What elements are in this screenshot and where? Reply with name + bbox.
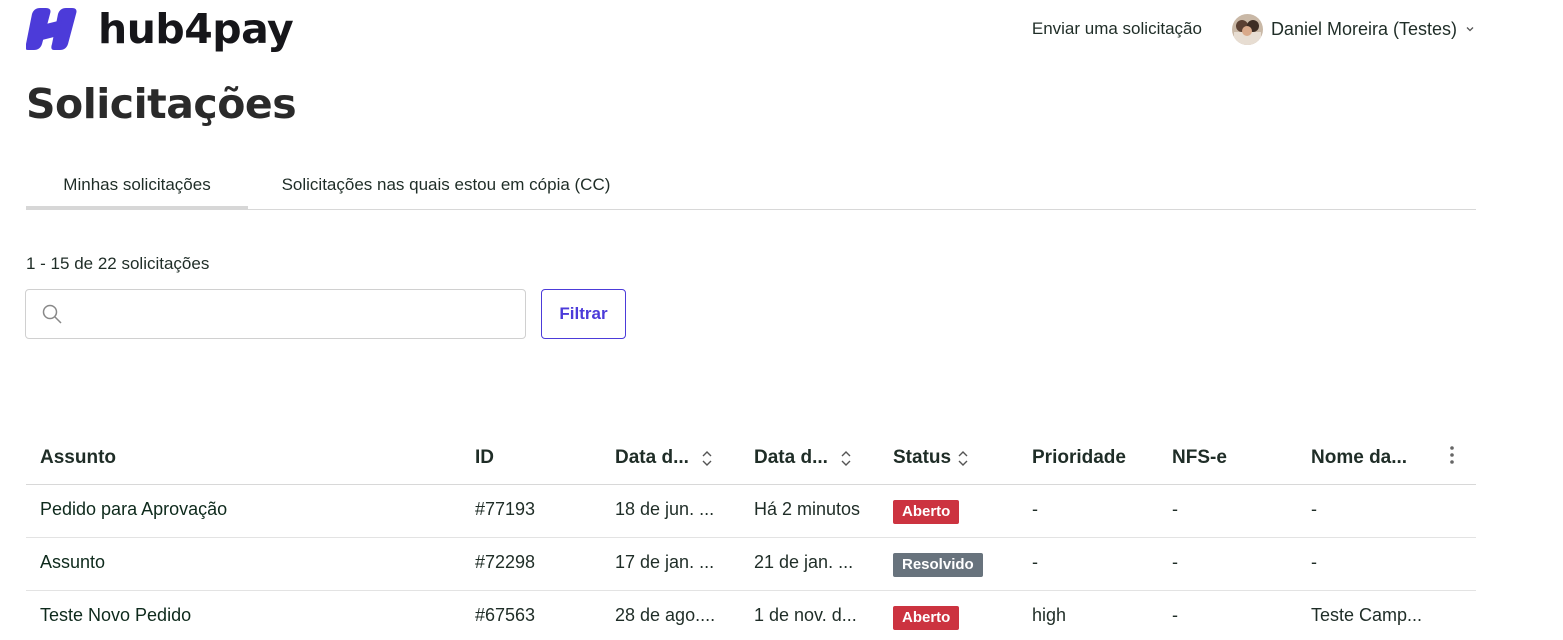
name-field: - [1311, 499, 1317, 519]
table-row[interactable]: Assunto #72298 17 de jan. ... 21 de jan.… [26, 538, 1476, 591]
column-label: Data d... [615, 447, 689, 468]
table-header: Assunto ID Data d... Data d... Status Pr… [26, 432, 1476, 485]
request-id: #72298 [475, 552, 536, 572]
tab-bar: Minhas solicitações Solicitações nas qua… [26, 166, 1476, 210]
tab-cc-requests[interactable]: Solicitações nas quais estou em cópia (C… [266, 166, 626, 210]
table-row[interactable]: Pedido para Aprovação #77193 18 de jun. … [26, 485, 1476, 538]
updated-date: 1 de nov. d... [754, 605, 857, 625]
name-field: - [1311, 552, 1317, 572]
column-header-created-date[interactable]: Data d... [615, 447, 713, 469]
updated-date: 21 de jan. ... [754, 552, 854, 572]
column-label: Assunto [40, 447, 116, 468]
brand-logo[interactable]: hub4pay [26, 5, 294, 53]
status-badge: Resolvido [893, 553, 983, 577]
priority: - [1032, 552, 1038, 572]
column-label: NFS-e [1172, 447, 1227, 468]
nfse: - [1172, 499, 1178, 519]
column-label: Status [893, 447, 952, 468]
table-row[interactable]: Teste Novo Pedido #67563 28 de ago.... 1… [26, 591, 1476, 640]
results-count: 1 - 15 de 22 solicitações [26, 254, 210, 273]
name-field: Teste Camp... [1311, 605, 1423, 625]
brand-name: hub4pay [98, 5, 294, 53]
search-icon [42, 304, 62, 324]
status-badge: Aberto [893, 500, 960, 524]
header: hub4pay Enviar uma solicitação Daniel Mo… [0, 0, 1563, 70]
column-header-nfse[interactable]: NFS-e [1172, 447, 1227, 469]
updated-date: Há 2 minutos [754, 499, 861, 519]
column-header-id[interactable]: ID [475, 447, 494, 469]
column-header-updated-date[interactable]: Data d... [754, 447, 852, 469]
column-label: ID [475, 447, 494, 468]
column-header-subject[interactable]: Assunto [40, 447, 116, 469]
column-label: Nome da... [1311, 447, 1408, 468]
sort-icon [702, 450, 712, 466]
created-date: 28 de ago.... [615, 605, 716, 625]
created-date: 17 de jan. ... [615, 552, 715, 572]
nfse: - [1172, 552, 1178, 572]
user-menu[interactable]: Daniel Moreira (Testes) [1231, 13, 1475, 45]
column-header-status[interactable]: Status [893, 447, 969, 469]
request-subject-link[interactable]: Assunto [40, 552, 105, 573]
more-vertical-icon[interactable] [1447, 444, 1457, 466]
created-date: 18 de jun. ... [615, 499, 715, 519]
priority: high [1032, 605, 1067, 625]
sort-icon [841, 450, 851, 466]
request-subject-link[interactable]: Pedido para Aprovação [40, 499, 227, 520]
status-badge: Aberto [893, 606, 960, 630]
user-name: Daniel Moreira (Testes) [1270, 18, 1457, 39]
avatar [1231, 13, 1263, 45]
request-subject-link[interactable]: Teste Novo Pedido [40, 605, 191, 626]
column-header-priority[interactable]: Prioridade [1032, 447, 1126, 469]
priority: - [1032, 499, 1038, 519]
search-input[interactable] [74, 290, 514, 338]
column-label: Data d... [754, 447, 828, 468]
search-field[interactable] [25, 289, 526, 339]
column-label: Prioridade [1032, 447, 1126, 468]
request-id: #67563 [475, 605, 536, 625]
sort-icon [958, 450, 968, 466]
submit-request-link[interactable]: Enviar uma solicitação [1032, 19, 1202, 39]
hub4pay-logo-icon [26, 8, 77, 50]
tab-my-requests[interactable]: Minhas solicitações [26, 166, 248, 210]
chevron-down-icon [1466, 27, 1474, 32]
nfse: - [1172, 605, 1178, 625]
column-header-name[interactable]: Nome da... [1311, 447, 1407, 469]
requests-table: Assunto ID Data d... Data d... Status Pr… [26, 432, 1476, 640]
page-title: Solicitações [26, 80, 297, 128]
filter-button[interactable]: Filtrar [541, 289, 626, 339]
header-nav: Enviar uma solicitação Daniel Moreira (T… [1032, 13, 1475, 45]
request-id: #77193 [475, 499, 536, 519]
